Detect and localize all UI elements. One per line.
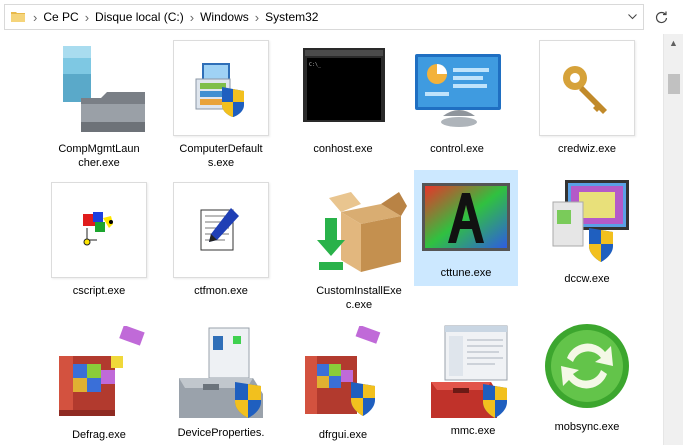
default-programs-icon (195, 63, 244, 117)
file-icon-tile (539, 318, 635, 414)
file-icon-tile (173, 322, 269, 418)
file-label: CompMgmtLaun cher.exe (58, 143, 140, 169)
key-icon (563, 66, 607, 114)
console-window-icon: C:\_ (303, 48, 385, 122)
chevron-right-icon[interactable]: › (85, 11, 89, 24)
file-label: ComputerDefault s.exe (179, 143, 263, 169)
file-item[interactable]: dfrgui.exe (284, 326, 402, 442)
svg-text:C:\_: C:\_ (309, 62, 322, 68)
chevron-right-icon[interactable]: › (255, 11, 259, 24)
file-icon-tile (311, 182, 407, 278)
file-item[interactable]: cscript.exe (40, 182, 158, 298)
file-label: ctfmon.exe (194, 285, 248, 297)
file-icon-tile (409, 40, 505, 136)
file-icon-tile: C:\_ (295, 40, 391, 136)
file-label: DeviceProperties. (177, 427, 265, 439)
file-item[interactable]: dccw.exe (528, 176, 646, 286)
file-item[interactable]: ComputerDefault s.exe (162, 40, 280, 170)
breadcrumb-local-disk[interactable]: Disque local (C:) (95, 10, 184, 24)
scroll-up-icon[interactable]: ▲ (669, 38, 678, 48)
scrollbar-thumb[interactable] (668, 74, 680, 94)
display-color-calibration-icon (552, 180, 629, 262)
file-label: mmc.exe (450, 425, 496, 437)
file-icon-tile (539, 40, 635, 136)
address-bar-region: › Ce PC › Disque local (C:) › Windows › … (0, 0, 683, 34)
breadcrumb-system32[interactable]: System32 (265, 10, 318, 24)
file-item[interactable]: control.exe (398, 40, 516, 156)
file-label: dfrgui.exe (318, 429, 368, 441)
file-icon-tile (173, 40, 269, 136)
file-icon-tile (416, 170, 516, 260)
file-icon-tile (295, 326, 391, 422)
chevron-right-icon[interactable]: › (190, 11, 194, 24)
file-label: CustomInstallExe c.exe (316, 285, 402, 311)
file-icon-tile (173, 182, 269, 278)
chevron-right-icon: › (33, 9, 38, 25)
file-item[interactable]: CompMgmtLaun cher.exe (40, 40, 158, 170)
file-item[interactable]: C:\_ conhost.exe (284, 40, 402, 156)
file-label: cscript.exe (72, 285, 126, 297)
file-item[interactable]: mmc.exe (414, 322, 532, 438)
file-label: mobsync.exe (554, 421, 620, 433)
defrag-icon (59, 326, 145, 416)
computer-management-icon (63, 46, 145, 132)
breadcrumb: › Ce PC › Disque local (C:) › Windows › … (29, 5, 318, 29)
breadcrumb-windows[interactable]: Windows (200, 10, 249, 24)
file-item[interactable]: credwiz.exe (528, 40, 646, 156)
file-view-scrollbar[interactable]: ▲ (663, 34, 683, 445)
cleartype-tuner-icon (422, 183, 510, 251)
file-item[interactable]: mobsync.exe (528, 318, 646, 434)
defrag-shield-icon (305, 326, 381, 416)
file-label: Defrag.exe (72, 429, 126, 441)
file-icon-tile (51, 40, 147, 136)
chevron-down-icon (627, 14, 637, 20)
address-history-dropdown[interactable] (620, 5, 644, 29)
file-label: credwiz.exe (557, 143, 617, 155)
notepad-pen-icon (200, 208, 239, 251)
breadcrumb-this-pc[interactable]: Ce PC (43, 10, 78, 24)
refresh-icon (655, 11, 667, 23)
file-label: dccw.exe (564, 273, 610, 285)
control-panel-icon (415, 54, 501, 127)
file-item[interactable]: CustomInstallExe c.exe (300, 182, 418, 312)
file-label: cttune.exe (440, 267, 492, 279)
address-bar[interactable]: › Ce PC › Disque local (C:) › Windows › … (4, 4, 644, 30)
file-icon-tile (539, 176, 635, 272)
file-icon-tile (51, 182, 147, 278)
file-label: conhost.exe (313, 143, 373, 155)
management-console-icon (431, 325, 508, 418)
file-icon-tile (51, 326, 147, 422)
file-item-selected[interactable]: cttune.exe (414, 170, 518, 286)
file-label: control.exe (430, 143, 484, 155)
box-install-icon (317, 192, 407, 272)
script-host-icon (83, 212, 113, 246)
file-icon-tile (425, 322, 521, 418)
file-item[interactable]: DeviceProperties. (162, 322, 280, 440)
file-item[interactable]: ctfmon.exe (162, 182, 280, 298)
sync-center-icon (545, 324, 629, 408)
file-item[interactable]: Defrag.exe (40, 326, 158, 442)
folder-icon (11, 12, 25, 22)
refresh-button[interactable] (648, 4, 674, 30)
device-properties-icon (179, 327, 263, 418)
